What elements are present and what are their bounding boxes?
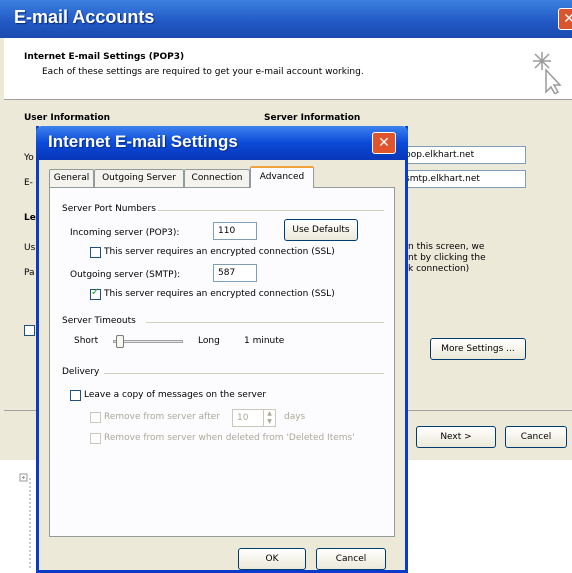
- outgoing-mail-server-input[interactable]: smtp.elkhart.net: [400, 170, 526, 188]
- header-title: Internet E-mail Settings (POP3): [24, 52, 185, 62]
- spinner-arrows-icon[interactable]: ▲ ▼: [263, 410, 275, 426]
- incoming-ssl-label: This server requires an encrypted connec…: [104, 247, 335, 257]
- server-port-numbers-divider: [158, 210, 384, 211]
- remember-password-checkbox[interactable]: [24, 325, 35, 336]
- tab-general[interactable]: General: [49, 169, 94, 187]
- outgoing-ssl-label: This server requires an encrypted connec…: [104, 289, 335, 299]
- user-name-label-truncated: Us: [24, 243, 36, 253]
- tab-connection[interactable]: Connection: [184, 169, 250, 187]
- leave-copy-label: Leave a copy of messages on the server: [84, 390, 267, 400]
- info-text-line-2: nt by clicking the: [408, 253, 486, 263]
- dialog-titlebar: Internet E-mail Settings ✕: [36, 126, 408, 160]
- tab-outgoing-server[interactable]: Outgoing Server: [94, 169, 184, 187]
- wizard-cursor-icon: [532, 48, 562, 96]
- password-label-truncated: Pa: [24, 268, 35, 278]
- incoming-port-label: Incoming server (POP3):: [70, 228, 180, 238]
- outgoing-port-input[interactable]: 587: [213, 264, 257, 282]
- outgoing-ssl-checkbox[interactable]: [90, 287, 101, 300]
- timeout-long-label: Long: [198, 336, 220, 346]
- remove-after-checkbox[interactable]: [90, 412, 101, 423]
- server-timeouts-divider: [146, 322, 384, 323]
- email-accounts-close-icon[interactable]: ✕: [558, 8, 572, 30]
- email-accounts-titlebar: E-mail Accounts ✕: [0, 0, 572, 38]
- dialog-close-icon[interactable]: ✕: [372, 132, 396, 154]
- server-timeouts-heading: Server Timeouts: [62, 316, 136, 326]
- info-text-line-3: k connection): [408, 264, 470, 274]
- days-label: days: [284, 412, 306, 422]
- email-address-label-truncated: E-: [24, 178, 33, 188]
- server-port-numbers-heading: Server Port Numbers: [62, 204, 156, 214]
- remove-after-days-value: 10: [237, 413, 249, 423]
- header-subtitle: Each of these settings are required to g…: [42, 67, 364, 77]
- more-settings-button[interactable]: More Settings ...: [430, 338, 526, 360]
- wizard-cancel-button[interactable]: Cancel: [505, 426, 567, 448]
- remove-when-deleted-label: Remove from server when deleted from 'De…: [104, 433, 355, 443]
- info-text-line-1: n this screen, we: [408, 242, 485, 252]
- user-information-heading: User Information: [24, 113, 111, 123]
- remove-after-label: Remove from server after: [104, 412, 220, 422]
- remove-when-deleted-checkbox[interactable]: [90, 433, 101, 444]
- server-information-heading: Server Information: [264, 113, 361, 123]
- remove-after-days-spinner[interactable]: 10 ▲ ▼: [232, 409, 276, 427]
- server-timeout-slider-thumb[interactable]: [116, 335, 124, 348]
- ok-button[interactable]: OK: [238, 548, 306, 570]
- delivery-heading: Delivery: [62, 367, 100, 377]
- logon-info-heading-truncated: Le: [24, 213, 36, 223]
- use-defaults-button[interactable]: Use Defaults: [284, 219, 358, 241]
- timeout-short-label: Short: [74, 336, 99, 346]
- cancel-button[interactable]: Cancel: [316, 548, 386, 570]
- email-accounts-title: E-mail Accounts: [14, 7, 155, 27]
- next-button[interactable]: Next >: [416, 426, 496, 448]
- your-name-label-truncated: Yo: [24, 153, 34, 163]
- tab-advanced[interactable]: Advanced: [250, 166, 314, 188]
- timeout-value-label: 1 minute: [244, 336, 285, 346]
- incoming-port-input[interactable]: 110: [213, 222, 257, 240]
- incoming-mail-server-input[interactable]: pop.elkhart.net: [400, 146, 526, 164]
- incoming-ssl-checkbox[interactable]: [90, 247, 101, 258]
- leave-copy-checkbox[interactable]: [70, 390, 81, 401]
- outgoing-port-label: Outgoing server (SMTP):: [70, 270, 181, 280]
- delivery-divider: [104, 373, 384, 374]
- email-accounts-header: Internet E-mail Settings (POP3) Each of …: [4, 38, 572, 100]
- dialog-title: Internet E-mail Settings: [48, 132, 238, 151]
